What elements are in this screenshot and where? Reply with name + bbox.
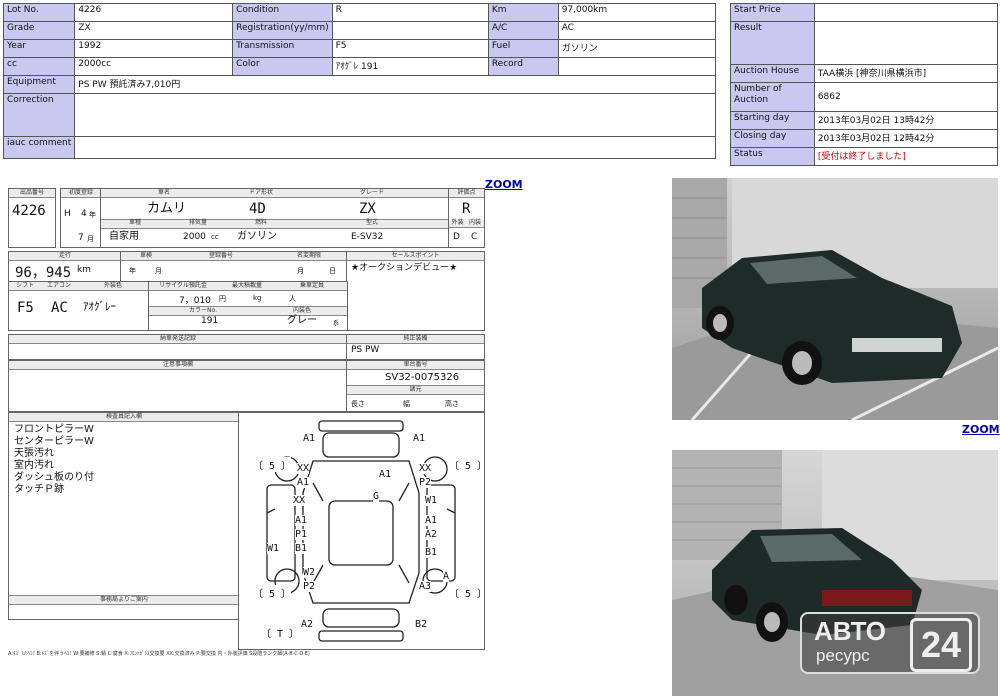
car-outline-icon — [266, 420, 456, 642]
sheet-chassis-box: 車台番号 SV32-0075326 諸元 長さ 幅 高さ — [346, 360, 485, 412]
car-rear-photo[interactable]: АВТО ресурс 24 — [672, 450, 998, 696]
lot-no-label: Lot No. — [2, 3, 76, 22]
sheet-lot-number: 4226 — [12, 203, 46, 219]
sheet-shift: F5 — [17, 300, 34, 316]
sheet-color-number: 191 — [201, 316, 219, 326]
inspector-note: フロントピラーW — [14, 424, 94, 435]
inspector-note: 室内汚れ — [14, 460, 54, 471]
number-of-auction-value: 6862 — [813, 82, 999, 112]
status-label: Status — [730, 147, 815, 166]
sheet-sales-point-box: セールスポイント ★オークションデビュー★ — [346, 251, 485, 331]
fuel-label: Fuel — [487, 39, 559, 58]
km-label: Km — [487, 3, 559, 22]
registration-value — [331, 21, 489, 40]
inspector-note: ダッシュ板のり付 — [14, 472, 94, 483]
auction-house-value: TAA横浜 [神奈川県横浜市] — [813, 64, 999, 83]
sheet-delivery-box: 納車発送記録 — [8, 334, 348, 360]
sheet-chassis-number: SV32-0075326 — [385, 372, 460, 383]
inspector-note: タッチＰ跡 — [14, 484, 64, 495]
condition-value: R — [331, 3, 489, 22]
cc-label: cc — [2, 57, 76, 76]
iauc-comment-label: iauc comment — [2, 136, 76, 159]
km-value: 97,000km — [557, 3, 717, 22]
sheet-inspection-box: 車検 登録番号 名変期限 年 月 月 日 — [120, 251, 348, 283]
sheet-recycle-box: リサイクル預託金 最大積載量 乗車定員 7，010 円 kg 人 カラーNo. … — [148, 281, 348, 331]
sheet-doors: 4D — [249, 201, 266, 217]
sheet-equipment-box: 純正装備 PS PW — [346, 334, 485, 360]
iauc-comment-value — [74, 136, 716, 159]
sheet-lot-box: 出品番号 4226 — [8, 188, 56, 248]
grade-label: Grade — [2, 21, 76, 40]
color-label: Color — [232, 57, 333, 76]
color-value: ｱｵｸﾞﾚ 191 — [331, 57, 489, 76]
sheet-drive-box: シフト エアコン 外装色 F5 AC ｱｵｸﾞﾚｰ — [8, 281, 150, 331]
correction-label: Correction — [2, 93, 76, 137]
sheet-inspector-notes-box: 検査員記入欄 フロントピラーW センターピラーW 天張汚れ 室内汚れ ダッシュ板… — [8, 412, 240, 620]
start-price-label: Start Price — [730, 3, 815, 22]
sheet-model-type: E-SV32 — [351, 232, 384, 242]
sheet-grade: ZX — [359, 201, 376, 217]
number-of-auction-label: Number of Auction — [730, 82, 815, 112]
fuel-value: ガソリン — [557, 39, 717, 58]
car-front-photo[interactable] — [672, 178, 998, 420]
sheet-equipment: PS PW — [351, 345, 380, 355]
auction-sheet: 出品番号 4226 初度登録 H 4 年 7 月 車名 ドア形状 グレード カム… — [8, 188, 487, 657]
car-front-image-icon — [672, 178, 998, 420]
sheet-registration-box: 初度登録 H 4 年 7 月 — [60, 188, 102, 248]
equipment-label: Equipment — [2, 75, 76, 94]
sheet-notes-box: 注意事項欄 — [8, 360, 348, 412]
status-value: [受付は終了しました] — [813, 147, 999, 166]
start-price-value — [813, 3, 999, 22]
sheet-aircon: AC — [51, 300, 68, 316]
sheet-displacement: 2000 — [183, 232, 206, 242]
sheet-use: 自家用 — [109, 231, 139, 242]
auction-info-table: Start Price Result Auction House TAA横浜 [神… — [730, 3, 999, 166]
closing-day-label: Closing day — [730, 129, 815, 148]
sheet-score-box: 評価点 R 外装 内装 D C — [448, 188, 485, 248]
starting-day-value: 2013年03月02日 13時42分 — [813, 111, 999, 130]
sheet-model-name: カムリ — [147, 201, 187, 216]
sheet-interior-color: グレー — [287, 315, 317, 326]
result-value — [813, 21, 999, 65]
sheet-footer-legend: A:ｷｽﾞ U:ﾍｺﾐ B:ｷｽﾞを伴うﾍｺﾐ W:要補修 S:錆 C:腐食 X… — [8, 651, 310, 657]
condition-label: Condition — [232, 3, 333, 22]
sheet-mileage: 96，945 — [15, 265, 72, 281]
registration-label: Registration(yy/mm) — [232, 21, 333, 40]
starting-day-label: Starting day — [730, 111, 815, 130]
record-label: Record — [487, 57, 559, 76]
result-label: Result — [730, 21, 815, 65]
zoom-photo-link[interactable]: ZOOM — [962, 423, 1000, 436]
year-value: 1992 — [74, 39, 234, 58]
closing-day-value: 2013年03月02日 12時42分 — [813, 129, 999, 148]
sheet-model-box: 車名 ドア形状 グレード カムリ 4D ZX 車種 排気量 燃料 型式 自家用 … — [100, 188, 450, 248]
transmission-label: Transmission — [232, 39, 333, 58]
auction-house-label: Auction House — [730, 64, 815, 83]
correction-value — [74, 93, 716, 137]
zoom-sheet-link[interactable]: ZOOM — [485, 178, 523, 191]
equipment-value: PS PW 預託済み7,010円 — [74, 75, 716, 94]
sheet-mileage-box: 走行 96，945 km — [8, 251, 122, 283]
ac-label: A/C — [487, 21, 559, 40]
year-label: Year — [2, 39, 76, 58]
damage-diagram: A1 A1 〔 5 〕 〔 5 〕 XX A1 A1 XX P2 XX G W1… — [238, 412, 487, 650]
sheet-color: ｱｵｸﾞﾚｰ — [83, 300, 116, 313]
inspector-note: センターピラーW — [14, 436, 94, 447]
sheet-interior-grade: C — [471, 232, 478, 242]
grade-value: ZX — [74, 21, 234, 40]
watermark-logo: АВТО ресурс 24 — [800, 612, 980, 674]
ac-value: AC — [557, 21, 717, 40]
inspector-note: 天張汚れ — [14, 448, 54, 459]
sheet-exterior-grade: D — [453, 232, 460, 242]
sheet-fuel: ガソリン — [237, 231, 277, 242]
cc-value: 2000cc — [74, 57, 234, 76]
sheet-score: R — [462, 201, 471, 217]
vehicle-info-table: Lot No. 4226 Condition R Km 97,000km Gra… — [2, 3, 717, 159]
sheet-recycle-fee: 7，010 — [179, 296, 211, 306]
lot-no-value: 4226 — [74, 3, 234, 22]
record-value — [557, 57, 717, 76]
sheet-sales-point: ★オークションデビュー★ — [351, 263, 458, 273]
transmission-value: F5 — [331, 39, 489, 58]
